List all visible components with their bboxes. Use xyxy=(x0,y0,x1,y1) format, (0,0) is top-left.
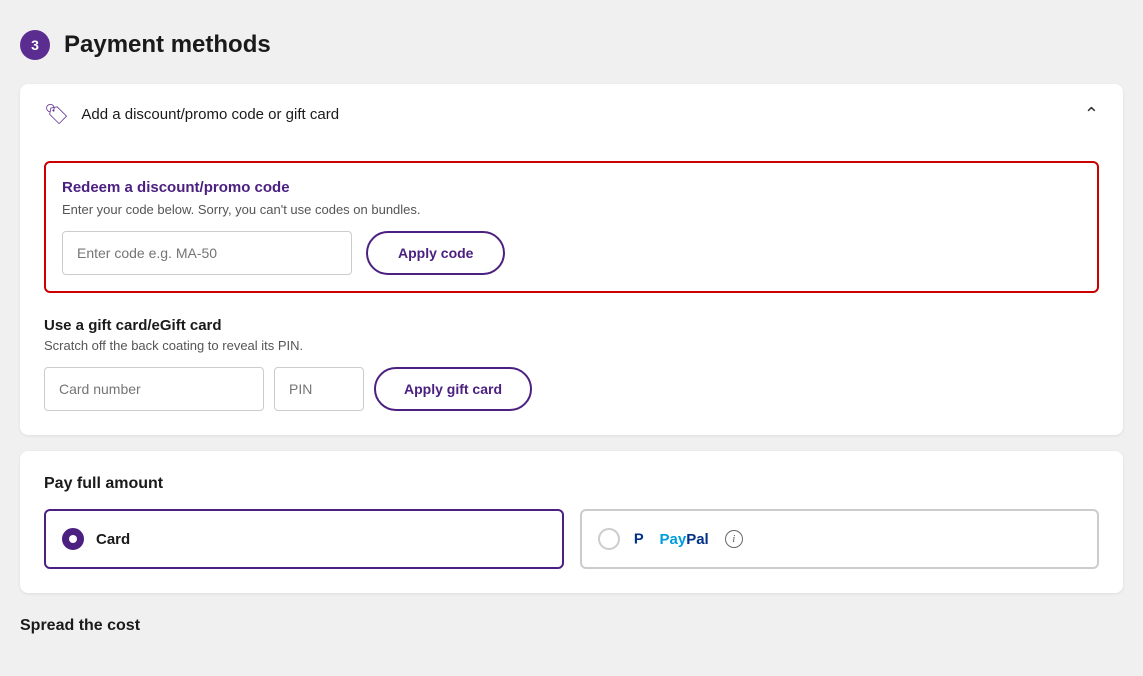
paypal-payment-option[interactable]: P PayPal i xyxy=(580,509,1100,569)
promo-input-row: Apply code xyxy=(62,231,1081,275)
apply-gift-card-button[interactable]: Apply gift card xyxy=(374,367,532,411)
promo-section: Redeem a discount/promo code Enter your … xyxy=(44,161,1099,293)
paypal-info-icon[interactable]: i xyxy=(725,530,743,548)
spread-cost-title: Spread the cost xyxy=(20,609,1123,639)
card-radio[interactable] xyxy=(62,528,84,550)
promo-subtitle: Enter your code below. Sorry, you can't … xyxy=(62,202,1081,217)
promo-code-input[interactable] xyxy=(62,231,352,275)
paypal-text-dark: Pal xyxy=(686,531,709,548)
spread-cost-section: Spread the cost xyxy=(20,609,1123,639)
card-label: Card xyxy=(96,531,130,548)
discount-panel: 🏷 Add a discount/promo code or gift card… xyxy=(20,84,1123,435)
paypal-icon: P xyxy=(632,528,654,550)
pin-input[interactable] xyxy=(274,367,364,411)
panel-body: Redeem a discount/promo code Enter your … xyxy=(20,145,1123,435)
gift-title: Use a gift card/eGift card xyxy=(44,317,1099,334)
paypal-radio[interactable] xyxy=(598,528,620,550)
promo-title: Redeem a discount/promo code xyxy=(62,179,1081,196)
card-number-input[interactable] xyxy=(44,367,264,411)
gift-input-row: Apply gift card xyxy=(44,367,1099,411)
gift-card-section: Use a gift card/eGift card Scratch off t… xyxy=(44,317,1099,411)
payment-options-row: Card P PayPal i xyxy=(44,509,1099,569)
paypal-logo: P PayPal xyxy=(632,528,709,550)
page-title: Payment methods xyxy=(64,31,271,59)
tag-icon: 🏷 xyxy=(44,102,69,127)
svg-text:P: P xyxy=(633,532,643,548)
panel-header-text: Add a discount/promo code or gift card xyxy=(81,106,339,123)
discount-panel-header[interactable]: 🏷 Add a discount/promo code or gift card… xyxy=(20,84,1123,145)
gift-subtitle: Scratch off the back coating to reveal i… xyxy=(44,338,1099,353)
chevron-up-icon: ⌃ xyxy=(1084,104,1099,125)
card-payment-option[interactable]: Card xyxy=(44,509,564,569)
apply-code-button[interactable]: Apply code xyxy=(366,231,505,275)
paypal-text-blue: Pay xyxy=(660,531,687,548)
pay-full-amount-section: Pay full amount Card P PayPal xyxy=(20,451,1123,593)
pay-full-amount-title: Pay full amount xyxy=(44,475,1099,493)
step-badge: 3 xyxy=(20,30,50,60)
